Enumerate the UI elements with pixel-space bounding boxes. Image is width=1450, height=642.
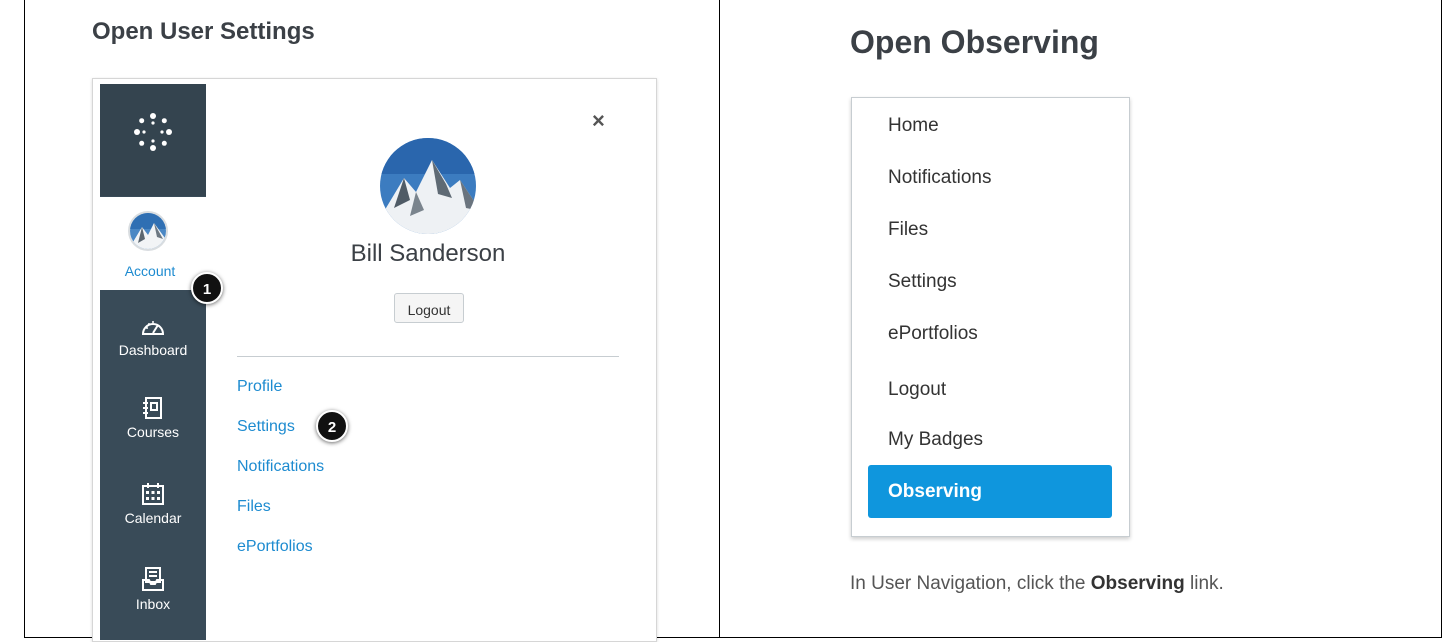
nav-label-inbox: Inbox <box>135 596 171 612</box>
nav-item-inbox[interactable]: Inbox <box>100 566 206 612</box>
user-avatar <box>380 138 476 234</box>
menu-item-notifications[interactable]: Notifications <box>888 167 992 189</box>
nav-item-dashboard[interactable]: Dashboard <box>100 316 206 358</box>
step-badge-1: 1 <box>191 272 223 304</box>
dashboard-icon <box>141 321 165 335</box>
tray-divider <box>237 356 619 357</box>
caption-text-after: link. <box>1184 573 1224 594</box>
menu-item-logout[interactable]: Logout <box>888 379 946 401</box>
menu-item-settings[interactable]: Settings <box>888 271 957 293</box>
eportfolios-link[interactable]: ePortfolios <box>237 538 313 556</box>
canvas-logo[interactable] <box>100 84 206 196</box>
left-step-title: Open User Settings <box>92 18 315 45</box>
user-name: Bill Sanderson <box>350 240 506 267</box>
caption-text-before: In User Navigation, click the <box>850 573 1091 594</box>
caption-bold-observing: Observing <box>1090 573 1185 594</box>
menu-item-eportfolios[interactable]: ePortfolios <box>888 323 978 345</box>
global-navigation: Account Dashboard Courses Calendar Inbox <box>100 84 206 640</box>
profile-link[interactable]: Profile <box>237 378 282 396</box>
nav-item-account[interactable]: Account <box>100 197 206 290</box>
menu-item-home[interactable]: Home <box>888 115 939 137</box>
nav-label-courses: Courses <box>126 424 180 440</box>
nav-label-dashboard: Dashboard <box>118 342 188 358</box>
instruction-caption: In User Navigation, click the Observing … <box>850 573 1224 595</box>
canvas-logo-icon <box>134 113 172 151</box>
nav-item-calendar[interactable]: Calendar <box>100 482 206 526</box>
column-divider <box>719 0 720 638</box>
settings-link[interactable]: Settings <box>237 418 295 436</box>
nav-label-calendar: Calendar <box>124 510 182 526</box>
courses-icon <box>143 397 162 419</box>
files-link[interactable]: Files <box>237 498 271 516</box>
inbox-icon <box>142 567 164 591</box>
menu-item-my-badges[interactable]: My Badges <box>888 429 983 451</box>
nav-label-account: Account <box>124 263 176 279</box>
logout-button[interactable]: Logout <box>394 293 464 323</box>
notifications-link[interactable]: Notifications <box>237 458 324 476</box>
user-navigation-menu: Home Notifications Files Settings ePortf… <box>851 97 1130 537</box>
menu-item-observing[interactable]: Observing <box>868 465 1112 518</box>
close-icon[interactable]: × <box>592 108 605 134</box>
right-step-title: Open Observing <box>850 24 1099 60</box>
step-badge-2: 2 <box>316 410 348 442</box>
menu-item-files[interactable]: Files <box>888 219 928 241</box>
nav-item-courses[interactable]: Courses <box>100 396 206 440</box>
calendar-icon <box>142 483 164 505</box>
account-avatar <box>128 211 168 251</box>
